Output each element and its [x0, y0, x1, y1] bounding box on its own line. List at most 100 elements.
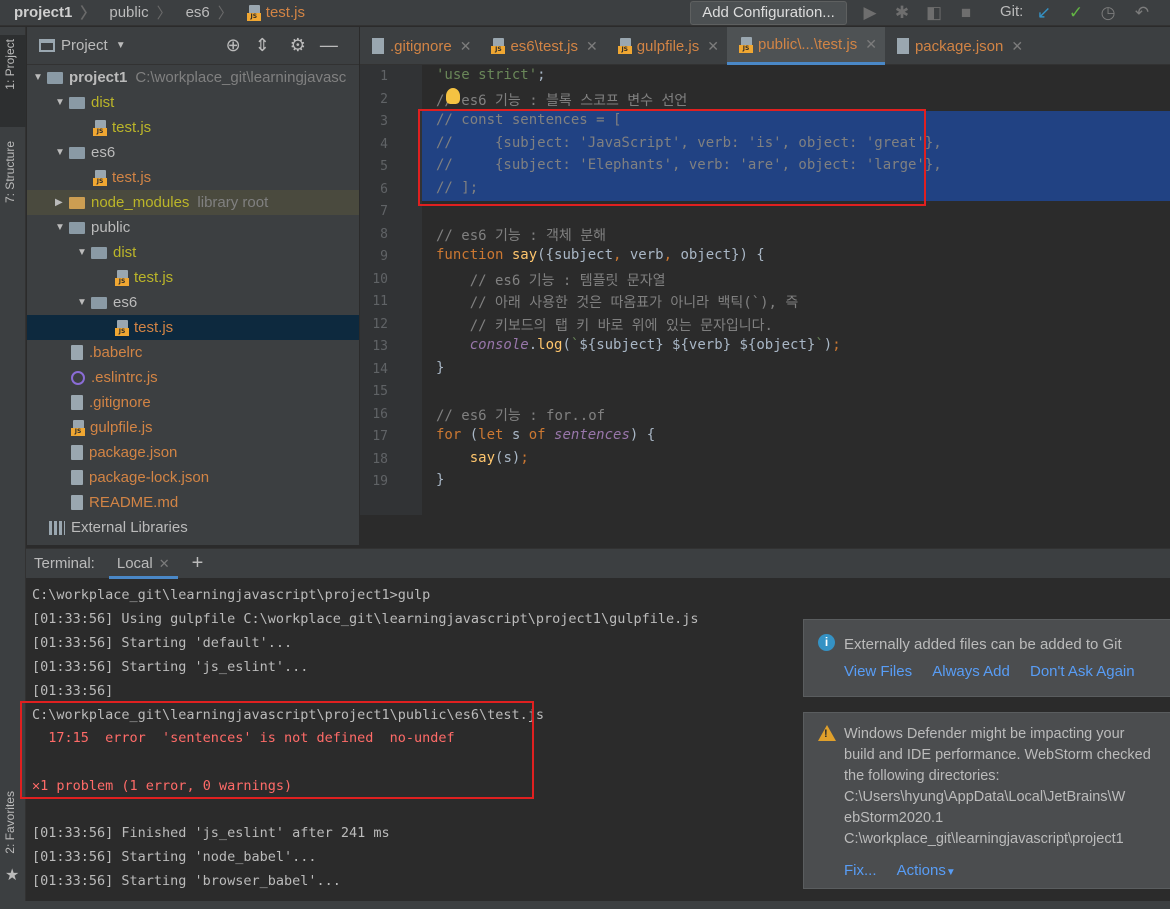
view-files-link[interactable]: View Files [844, 663, 912, 680]
git-commit-icon[interactable]: ✓ [1066, 3, 1086, 23]
tab-package-json[interactable]: package.json ✕ [885, 27, 1031, 65]
tree-item-label: es6 [113, 294, 138, 311]
chevron-right-icon[interactable]: ▶ [55, 197, 69, 208]
tab-es6-test-js[interactable]: JS es6\test.js ✕ [479, 27, 605, 65]
breadcrumb-project1[interactable]: project1 〉 [0, 0, 95, 26]
tree-item[interactable]: ▼ public [27, 215, 359, 240]
chevron-down-icon[interactable]: ▼ [77, 247, 91, 258]
stop-icon[interactable]: ■ [956, 3, 976, 23]
code-line-2: // es6 기능 : 블록 스코프 변수 선언 [436, 92, 688, 109]
collapse-all-icon[interactable]: ⇕ [255, 35, 270, 56]
chevron-right-icon: 〉 [80, 5, 96, 22]
breadcrumb-public[interactable]: public 〉 [95, 0, 171, 26]
coverage-icon[interactable]: ◧ [924, 3, 944, 23]
tree-item[interactable]: ▶ node_modules library root [27, 190, 359, 215]
notification-line: build and IDE performance. WebStorm chec… [844, 747, 1151, 763]
hide-panel-icon[interactable]: — [320, 35, 338, 56]
folder-icon [69, 146, 85, 159]
line-number: 17 [372, 429, 388, 444]
chevron-down-icon[interactable]: ▼ [33, 72, 47, 83]
folder-icon [47, 71, 63, 84]
tree-item[interactable]: JS gulpfile.js [27, 415, 359, 440]
close-icon[interactable]: ✕ [586, 38, 598, 55]
tree-item[interactable]: ▼ es6 [27, 140, 359, 165]
git-update-icon[interactable]: ↙ [1034, 3, 1054, 23]
tree-item[interactable]: ▼ dist [27, 90, 359, 115]
tree-item[interactable]: .gitignore [27, 390, 359, 415]
terminal-line: [01:33:56] [32, 683, 114, 699]
terminal-line-text: [01:33:56] Using gulpfile C:\workplace_g… [32, 611, 699, 627]
tree-item[interactable]: package-lock.json [27, 465, 359, 490]
chevron-down-icon[interactable]: ▼ [55, 97, 69, 108]
tree-item[interactable]: ▼ es6 [27, 290, 359, 315]
project-panel-title[interactable]: Project [61, 37, 108, 54]
tree-item-label: package.json [89, 444, 178, 461]
code-editor[interactable]: 1 2 3 4 5 6 7 8 9 10 11 12 13 14 15 16 1… [360, 65, 1170, 515]
git-history-icon[interactable]: ◷ [1098, 3, 1118, 23]
tree-item-label: test.js [134, 269, 174, 286]
chevron-right-icon: 〉 [217, 5, 233, 22]
tree-item[interactable]: JS test.js [27, 165, 359, 190]
project-panel: Project ▼ ⊕ ⇕ ⚙ — ▼ project1 C:\workplace_… [27, 27, 359, 545]
line-number: 19 [372, 474, 388, 489]
breadcrumb-test-js[interactable]: JS test.js [233, 0, 305, 26]
close-icon[interactable]: ✕ [460, 38, 472, 55]
code-line-11: // 아래 사용한 것은 따옴표가 아니라 백틱(`), 즉 [469, 295, 799, 311]
project-panel-header: Project ▼ ⊕ ⇕ ⚙ — [27, 27, 359, 65]
line-number: 9 [380, 249, 388, 264]
js-file-icon: JS [93, 119, 107, 136]
chevron-right-icon: 〉 [156, 5, 172, 22]
actions-link[interactable]: Actions [897, 862, 946, 879]
code-line-8: // es6 기능 : 객체 분해 [436, 227, 606, 244]
tree-item-label: project1 [69, 69, 128, 86]
project-tool-tab[interactable]: 1: Project [0, 35, 26, 127]
favorites-tool-tab[interactable]: 2: Favorites ★ [0, 787, 26, 887]
always-add-link[interactable]: Always Add [932, 663, 1010, 680]
tree-item[interactable]: JS test.js [27, 265, 359, 290]
locate-icon[interactable]: ⊕ [226, 35, 241, 56]
tree-item[interactable]: .babelrc [27, 340, 359, 365]
chevron-down-icon[interactable]: ▼ [55, 222, 69, 233]
line-number: 8 [380, 226, 388, 242]
line-number: 4 [380, 136, 388, 152]
tree-item[interactable]: JS test.js [27, 315, 359, 340]
folder-icon [69, 221, 85, 234]
fix-link[interactable]: Fix... [844, 862, 877, 879]
tab-gulpfile-js[interactable]: JS gulpfile.js ✕ [606, 27, 727, 65]
tree-item[interactable]: package.json [27, 440, 359, 465]
terminal-tab-local[interactable]: Local ✕ [108, 549, 178, 579]
js-file-icon: JS [115, 269, 129, 286]
js-file-icon: JS [246, 4, 261, 21]
chevron-down-icon[interactable]: ▼ [116, 40, 126, 51]
close-icon[interactable]: ✕ [159, 556, 170, 571]
tree-item[interactable]: README.md [27, 490, 359, 515]
run-icon[interactable]: ▶ [860, 3, 880, 23]
tree-item[interactable]: External Libraries [27, 515, 359, 540]
tree-item-label: External Libraries [71, 519, 188, 536]
tree-item[interactable]: ▼ project1 C:\workplace_git\learningjavasc [27, 65, 359, 90]
add-configuration-button[interactable]: Add Configuration... [690, 1, 847, 25]
tab-gitignore[interactable]: .gitignore ✕ [360, 27, 479, 65]
line-number: 1 [380, 69, 388, 84]
lightbulb-icon[interactable] [446, 88, 460, 104]
close-icon[interactable]: ✕ [707, 38, 719, 55]
chevron-down-icon[interactable]: ▼ [77, 297, 91, 308]
structure-tool-tab[interactable]: 7: Structure [0, 137, 26, 237]
tree-item[interactable]: ▼ dist [27, 240, 359, 265]
debug-icon[interactable]: ✱ [892, 3, 912, 23]
git-rollback-icon[interactable]: ↶ [1132, 3, 1152, 23]
tree-item[interactable]: .eslintrc.js [27, 365, 359, 390]
dont-ask-again-link[interactable]: Don't Ask Again [1030, 663, 1135, 680]
tree-item-hint: C:\workplace_git\learningjavasc [135, 69, 347, 86]
chevron-down-icon[interactable]: ▼ [55, 147, 69, 158]
tab-public-test-js[interactable]: JS public\...\test.js ✕ [727, 27, 885, 65]
gear-icon[interactable]: ⚙ [290, 35, 306, 56]
annotation-box-eslint-error [20, 701, 534, 799]
tree-item-label: README.md [89, 494, 179, 511]
add-terminal-icon[interactable]: + [192, 552, 204, 575]
close-icon[interactable]: ✕ [1011, 38, 1023, 55]
tree-item[interactable]: JS test.js [27, 115, 359, 140]
chevron-down-icon[interactable]: ▼ [946, 867, 956, 878]
close-icon[interactable]: ✕ [865, 36, 877, 53]
breadcrumb-es6[interactable]: es6 〉 [172, 0, 233, 26]
